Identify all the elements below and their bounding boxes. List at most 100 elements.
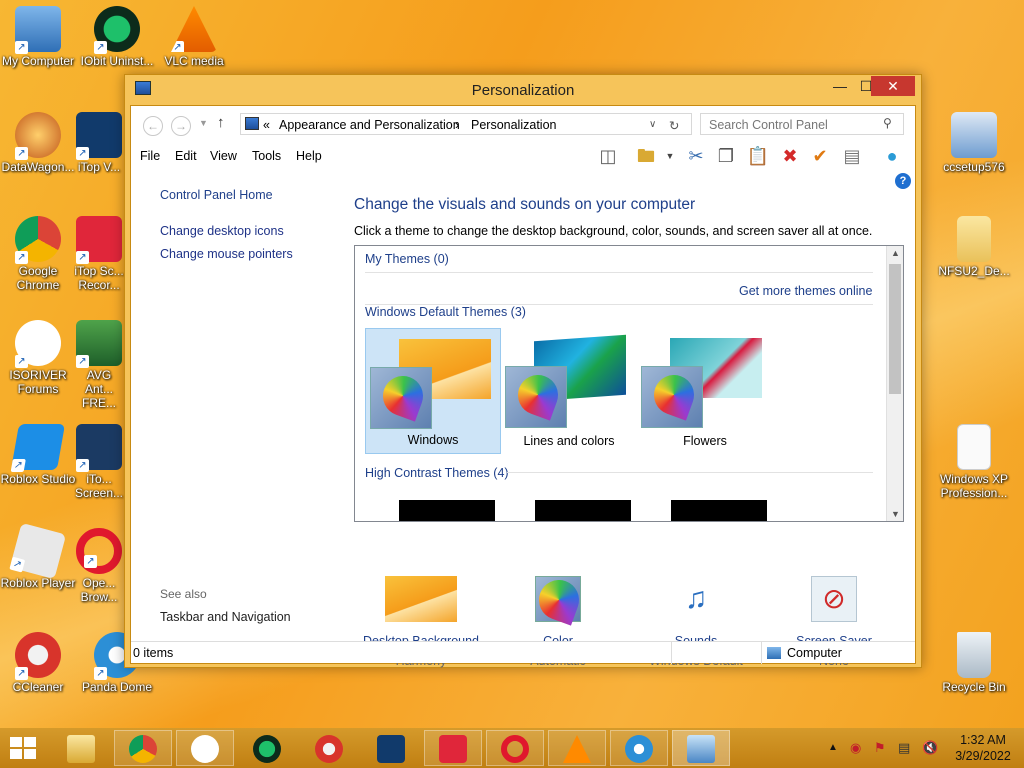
desktop-icon-roblox-studio[interactable]: Roblox Studio	[0, 424, 80, 486]
theme-label: Lines and colors	[523, 434, 615, 448]
taskbar-ccleaner[interactable]	[300, 730, 358, 766]
scrollbar-thumb[interactable]	[889, 264, 901, 394]
taskbar-iobit[interactable]	[238, 730, 296, 766]
search-input[interactable]: Search Control Panel	[700, 113, 904, 135]
divider	[507, 472, 873, 473]
cut-icon[interactable]: ✂	[683, 144, 709, 168]
theme-windows[interactable]: Windows	[365, 328, 501, 454]
taskbar-file-explorer[interactable]	[52, 730, 110, 766]
preview-pane-icon[interactable]: ◫	[595, 144, 621, 168]
desktop-icon-ccleaner[interactable]: CCleaner	[0, 632, 80, 694]
show-hidden-icons-chevron-icon[interactable]: ▲	[828, 742, 838, 753]
title-bar[interactable]: Personalization — ☐ ✕	[125, 75, 921, 105]
avg-icon	[76, 320, 122, 368]
clock[interactable]: 1:32 AM 3/29/2022	[948, 732, 1018, 764]
gallery-scrollbar[interactable]: ▲ ▼	[886, 246, 903, 521]
file-explorer-icon	[67, 735, 95, 763]
taskbar-navigation-link[interactable]: Taskbar and Navigation	[160, 610, 291, 624]
recycle-bin-icon	[957, 632, 991, 678]
menu-view[interactable]: View	[210, 149, 237, 163]
checkmark-icon[interactable]: ✔	[807, 144, 833, 168]
taskbar-itop-vpn[interactable]	[362, 730, 420, 766]
control-panel-icon	[687, 735, 715, 763]
paste-icon[interactable]: 📋	[745, 144, 771, 168]
isoriver-icon	[15, 320, 61, 368]
recorder-tray-icon[interactable]: ◉	[850, 740, 861, 756]
desktop-icon-datawagon[interactable]: DataWagon...	[0, 112, 80, 174]
taskbar-control-panel[interactable]	[672, 730, 730, 766]
minimize-button[interactable]: —	[827, 76, 853, 96]
breadcrumb-separator[interactable]: ›	[455, 118, 459, 132]
high-contrast-theme-2[interactable]	[535, 500, 631, 521]
desktop-icon-opera[interactable]: Ope... Brow...	[74, 528, 124, 604]
desktop-icon-windows-xp[interactable]: Windows XP Profession...	[932, 424, 1016, 500]
network-icon[interactable]: ▤	[898, 740, 910, 756]
desktop-icon-nfsu2[interactable]: NFSU2_De...	[932, 216, 1016, 278]
menu-help[interactable]: Help	[296, 149, 322, 163]
address-bar-row: ← → ▼ ↑ « Appearance and Personalization…	[131, 106, 915, 142]
volume-muted-icon[interactable]: 🔇	[922, 740, 938, 756]
ccleaner-icon	[15, 632, 61, 680]
start-button[interactable]	[10, 737, 36, 759]
opera-icon	[501, 735, 529, 763]
delete-icon[interactable]: ✖	[777, 144, 803, 168]
desktop-icon-chrome[interactable]: Google Chrome	[0, 216, 80, 292]
address-box[interactable]: « Appearance and Personalization › Perso…	[240, 113, 692, 135]
theme-lines-and-colors[interactable]: Lines and colors	[501, 328, 637, 454]
copy-icon[interactable]: ❐	[713, 144, 739, 168]
desktop-icon-itop-vpn[interactable]: iTop V...	[74, 112, 124, 174]
breadcrumb-appearance[interactable]: Appearance and Personalization	[279, 118, 460, 132]
action-center-flag-icon[interactable]: ⚑	[874, 740, 886, 756]
isoriver-icon	[191, 735, 219, 763]
close-button[interactable]: ✕	[871, 76, 915, 96]
forward-button[interactable]: →	[171, 116, 191, 136]
taskbar-itop-recorder[interactable]	[424, 730, 482, 766]
taskbar-panda-dome[interactable]	[610, 730, 668, 766]
desktop-icon-ccsetup[interactable]: ccsetup576	[932, 112, 1016, 174]
desktop-icon-vlc[interactable]: VLC media	[152, 6, 236, 68]
menu-edit[interactable]: Edit	[175, 149, 197, 163]
menu-file[interactable]: File	[140, 149, 160, 163]
desktop-icon-isoriver[interactable]: ISORIVER Forums	[0, 320, 80, 396]
options-dropdown-icon[interactable]: ▼	[657, 144, 683, 168]
desktop-icon-iobit[interactable]: IObit Uninst...	[74, 6, 160, 68]
theme-flowers[interactable]: Flowers	[637, 328, 773, 454]
search-icon[interactable]: ⚲	[883, 116, 892, 130]
breadcrumb-personalization[interactable]: Personalization	[471, 118, 556, 132]
up-arrow-icon[interactable]: ↑	[217, 114, 225, 131]
panda-dome-icon	[625, 735, 653, 763]
get-more-themes-link[interactable]: Get more themes online	[739, 284, 872, 298]
taskbar-chrome[interactable]	[114, 730, 172, 766]
vlc-icon	[563, 735, 591, 763]
taskbar-isoriver[interactable]	[176, 730, 234, 766]
desktop-icon-recycle-bin[interactable]: Recycle Bin	[932, 632, 1016, 694]
scroll-down-icon[interactable]: ▼	[891, 509, 900, 519]
itop-screenshot-icon	[76, 424, 122, 472]
taskbar-vlc[interactable]	[548, 730, 606, 766]
desktop-icon-itop-screenshot[interactable]: iTo... Screen...	[74, 424, 124, 500]
folder-options-icon[interactable]: 🖿	[633, 144, 659, 168]
desktop-icon-my-computer[interactable]: My Computer	[0, 6, 80, 68]
color-fan-icon	[648, 369, 700, 421]
menu-tools[interactable]: Tools	[252, 149, 281, 163]
high-contrast-theme-1[interactable]	[399, 500, 495, 521]
taskbar-opera[interactable]	[486, 730, 544, 766]
change-desktop-icons-link[interactable]: Change desktop icons	[160, 224, 284, 238]
high-contrast-theme-3[interactable]	[671, 500, 767, 521]
recent-locations-chevron-icon[interactable]: ▼	[199, 118, 208, 128]
theme-globe-icon[interactable]: ●	[879, 144, 905, 168]
desktop-icon-itop-recorder[interactable]: iTop Sc... Recor...	[74, 216, 124, 292]
address-dropdown-icon[interactable]: ∨	[649, 119, 656, 130]
change-mouse-pointers-link[interactable]: Change mouse pointers	[160, 247, 293, 261]
back-button[interactable]: ←	[143, 116, 163, 136]
theme-label: Flowers	[683, 434, 727, 448]
theme-gallery[interactable]: My Themes (0) Get more themes online Win…	[354, 245, 904, 522]
desktop-icon-avg[interactable]: AVG Ant... FRE...	[74, 320, 124, 410]
help-icon[interactable]: ?	[895, 173, 911, 189]
properties-icon[interactable]: ▤	[839, 144, 865, 168]
control-panel-home-link[interactable]: Control Panel Home	[160, 188, 273, 202]
desktop-icon-roblox-player[interactable]: Roblox Player	[0, 522, 80, 590]
refresh-icon[interactable]: ↻	[669, 118, 679, 133]
color-fan-icon	[512, 369, 564, 421]
scroll-up-icon[interactable]: ▲	[891, 248, 900, 258]
